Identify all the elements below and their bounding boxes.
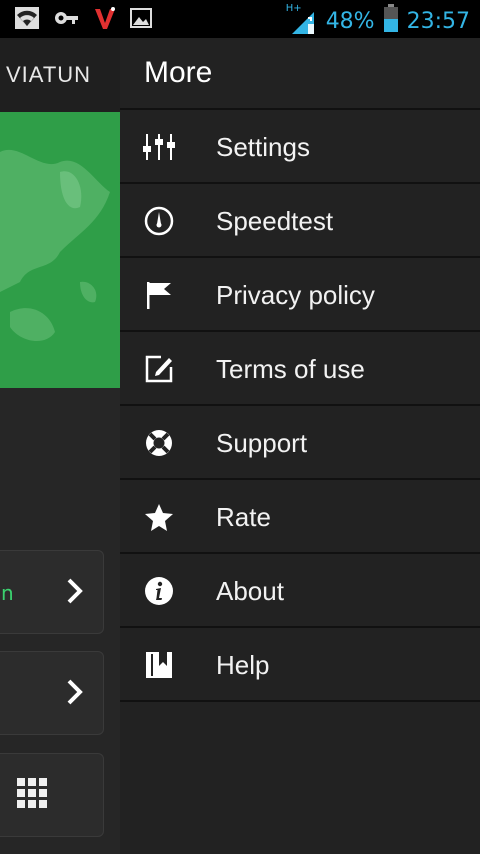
lifebuoy-icon	[142, 426, 176, 460]
world-map	[0, 112, 120, 388]
grid-icon	[17, 778, 47, 808]
app-header: VIATUN	[0, 38, 120, 112]
battery-icon	[383, 4, 399, 38]
info-icon	[142, 574, 176, 608]
menu-item-terms-of-use[interactable]: Terms of use	[120, 332, 480, 406]
sliders-icon	[142, 130, 176, 164]
menu-item-support[interactable]: Support	[120, 406, 480, 480]
speedometer-icon	[142, 204, 176, 238]
flag-icon	[142, 278, 176, 312]
app-logo: VIATUN	[6, 62, 92, 87]
wifi-icon	[14, 6, 40, 34]
menu-item-label: About	[216, 576, 284, 606]
app-card-3[interactable]	[0, 753, 104, 837]
card-1-text: n	[1, 581, 14, 605]
key-icon	[54, 8, 80, 32]
clock: 23:57	[406, 8, 470, 34]
menu-item-label: Help	[216, 650, 270, 680]
app-card-1[interactable]: n	[0, 550, 104, 634]
chevron-right-icon	[65, 678, 85, 710]
viatun-v-icon	[94, 6, 116, 34]
status-bar: H+ 48% 23:57	[0, 0, 480, 38]
menu-item-settings[interactable]: Settings	[120, 110, 480, 184]
chevron-right-icon	[65, 577, 85, 609]
menu-item-label: Rate	[216, 502, 271, 532]
drawer-menu: Settings Speedtest Privacy policy Terms …	[120, 110, 480, 702]
menu-item-label: Settings	[216, 132, 310, 162]
battery-percent: 48%	[325, 8, 375, 34]
edit-icon	[142, 352, 176, 386]
more-drawer: More Settings Speedtest Privacy policy T…	[120, 38, 480, 854]
menu-item-about[interactable]: About	[120, 554, 480, 628]
drawer-title: More	[144, 56, 213, 89]
screen: H+ 48% 23:57 VIATUN n More Settings Spee…	[0, 0, 480, 854]
menu-item-label: Speedtest	[216, 206, 334, 236]
network-type-label: H+	[285, 3, 302, 14]
menu-item-help[interactable]: Help	[120, 628, 480, 702]
signal-icon: H+	[285, 3, 318, 36]
book-icon	[142, 648, 176, 682]
menu-item-privacy-policy[interactable]: Privacy policy	[120, 258, 480, 332]
menu-item-rate[interactable]: Rate	[120, 480, 480, 554]
menu-item-label: Terms of use	[216, 354, 365, 384]
menu-item-label: Privacy policy	[216, 280, 375, 310]
background-app: VIATUN n	[0, 38, 120, 854]
image-icon	[130, 8, 152, 32]
star-icon	[142, 500, 176, 534]
menu-item-label: Support	[216, 428, 308, 458]
menu-item-speedtest[interactable]: Speedtest	[120, 184, 480, 258]
app-card-2[interactable]	[0, 651, 104, 735]
